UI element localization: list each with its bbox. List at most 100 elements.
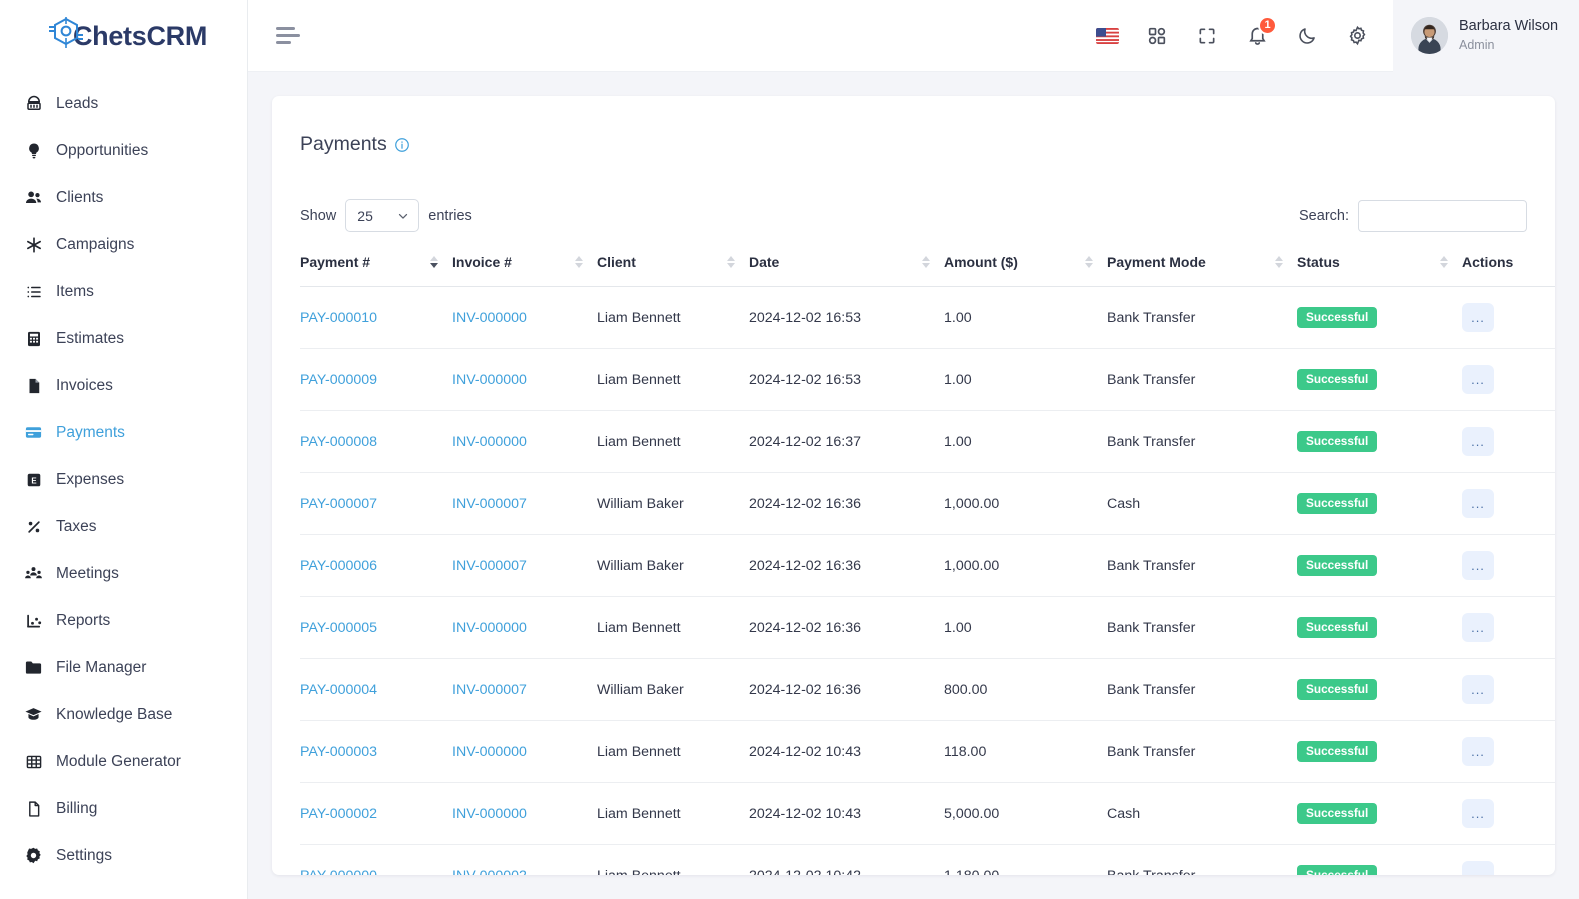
language-flag-us-icon[interactable] — [1095, 24, 1119, 48]
sidebar-item-file-manager[interactable]: File Manager — [0, 644, 247, 691]
invoice-link[interactable]: INV-000007 — [452, 558, 527, 574]
row-actions-button[interactable]: ... — [1462, 675, 1494, 705]
cell-date: 2024-12-02 10:42 — [749, 844, 944, 875]
sort-indicator-icon[interactable] — [922, 256, 930, 269]
payment-link[interactable]: PAY-000009 — [300, 372, 377, 388]
brand-logo-icon — [46, 15, 86, 58]
payment-link[interactable]: PAY-000004 — [300, 682, 377, 698]
sidebar-item-reports[interactable]: Reports — [0, 597, 247, 644]
settings-gear-icon[interactable] — [1345, 24, 1369, 48]
sidebar-item-items[interactable]: Items — [0, 268, 247, 315]
row-actions-button[interactable]: ... — [1462, 489, 1494, 519]
payment-link[interactable]: PAY-000010 — [300, 310, 377, 326]
sidebar-item-meetings[interactable]: Meetings — [0, 550, 247, 597]
column-label: Payment # — [300, 254, 371, 271]
cell-amount: 1,000.00 — [944, 472, 1107, 536]
column-header-client[interactable]: Client — [597, 238, 749, 288]
row-actions-button[interactable]: ... — [1462, 551, 1494, 581]
info-circle-icon[interactable] — [394, 137, 410, 153]
sidebar-item-estimates[interactable]: Estimates — [0, 315, 247, 362]
sidebar-item-payments[interactable]: Payments — [0, 409, 247, 456]
cell-status: Successful — [1297, 348, 1462, 412]
row-actions-button[interactable]: ... — [1462, 737, 1494, 767]
row-actions-button[interactable]: ... — [1462, 365, 1494, 395]
payment-link[interactable]: PAY-000007 — [300, 496, 377, 512]
sidebar-item-settings[interactable]: Settings — [0, 832, 247, 879]
sort-indicator-icon[interactable] — [727, 256, 735, 269]
column-header-date[interactable]: Date — [749, 238, 944, 288]
table-wrapper: Payment # Invoice # Client Date Amount (… — [272, 238, 1555, 875]
sidebar-item-taxes[interactable]: Taxes — [0, 503, 247, 550]
sort-indicator-icon[interactable] — [1275, 256, 1283, 269]
invoice-link[interactable]: INV-000000 — [452, 310, 527, 326]
status-badge: Successful — [1297, 740, 1378, 763]
user-profile-menu[interactable]: Barbara Wilson Admin — [1393, 0, 1579, 72]
invoice-link[interactable]: INV-000002 — [452, 868, 527, 875]
page-length-select[interactable]: 25 — [345, 199, 420, 233]
search-input[interactable] — [1358, 199, 1527, 232]
column-header-status[interactable]: Status — [1297, 238, 1462, 288]
sidebar-item-knowledge-base[interactable]: Knowledge Base — [0, 691, 247, 738]
sidebar-item-module-generator[interactable]: Module Generator — [0, 738, 247, 785]
sidebar-item-opportunities[interactable]: Opportunities — [0, 127, 247, 174]
payment-link[interactable]: PAY-000000 — [300, 868, 377, 875]
fullscreen-icon[interactable] — [1195, 24, 1219, 48]
cell-date: 2024-12-02 10:43 — [749, 782, 944, 846]
table-row: PAY-000003 INV-000000 Liam Bennett 2024-12-… — [300, 720, 1555, 784]
cell-payment-mode: Cash — [1107, 472, 1297, 536]
payment-link[interactable]: PAY-000006 — [300, 558, 377, 574]
invoice-link[interactable]: INV-000000 — [452, 806, 527, 822]
people-icon — [23, 563, 44, 584]
cell-payment-mode: Bank Transfer — [1107, 596, 1297, 660]
cell-status: Successful — [1297, 782, 1462, 846]
sidebar-item-leads[interactable]: Leads — [0, 80, 247, 127]
column-header-invoice[interactable]: Invoice # — [452, 238, 597, 288]
invoice-link[interactable]: INV-000000 — [452, 372, 527, 388]
apps-grid-icon[interactable] — [1145, 24, 1169, 48]
row-actions-button[interactable]: ... — [1462, 613, 1494, 643]
column-label: Client — [597, 254, 636, 271]
row-actions-button[interactable]: ... — [1462, 427, 1494, 457]
sidebar-item-billing[interactable]: Billing — [0, 785, 247, 832]
phone-icon — [23, 93, 44, 114]
hamburger-icon[interactable] — [272, 21, 304, 50]
sort-indicator-icon[interactable] — [1440, 256, 1448, 269]
cell-amount: 1,000.00 — [944, 534, 1107, 598]
brand-logo[interactable]: ChetsCRM — [0, 0, 247, 72]
calculator-icon — [23, 328, 44, 349]
invoice-link[interactable]: INV-000000 — [452, 744, 527, 760]
sidebar-item-expenses[interactable]: E Expenses — [0, 456, 247, 503]
cell-payment: PAY-000006 — [300, 534, 452, 598]
row-actions-button[interactable]: ... — [1462, 861, 1494, 875]
sort-indicator-icon[interactable] — [575, 256, 583, 269]
dark-mode-moon-icon[interactable] — [1295, 24, 1319, 48]
invoice-link[interactable]: INV-000007 — [452, 496, 527, 512]
table-row: PAY-000002 INV-000000 Liam Bennett 2024-12-… — [300, 782, 1555, 846]
row-actions-button[interactable]: ... — [1462, 799, 1494, 829]
sidebar-item-label: Settings — [56, 846, 113, 864]
invoice-link[interactable]: INV-000007 — [452, 682, 527, 698]
payment-link[interactable]: PAY-000005 — [300, 620, 377, 636]
payment-link[interactable]: PAY-000002 — [300, 806, 377, 822]
cell-date: 2024-12-02 16:36 — [749, 472, 944, 536]
sidebar-item-clients[interactable]: Clients — [0, 174, 247, 221]
sort-indicator-icon[interactable] — [430, 256, 438, 269]
row-actions-button[interactable]: ... — [1462, 303, 1494, 333]
payment-link[interactable]: PAY-000008 — [300, 434, 377, 450]
cell-status: Successful — [1297, 472, 1462, 536]
invoice-link[interactable]: INV-000000 — [452, 620, 527, 636]
invoice-link[interactable]: INV-000000 — [452, 434, 527, 450]
column-header-payment-mode[interactable]: Payment Mode — [1107, 238, 1297, 288]
payment-link[interactable]: PAY-000003 — [300, 744, 377, 760]
sidebar-item-label: Invoices — [56, 376, 113, 394]
sidebar-item-campaigns[interactable]: Campaigns — [0, 221, 247, 268]
cell-amount: 800.00 — [944, 658, 1107, 722]
cell-client: Liam Bennett — [597, 782, 749, 846]
column-header-payment[interactable]: Payment # — [300, 238, 452, 288]
sidebar-item-invoices[interactable]: Invoices — [0, 362, 247, 409]
table-row: PAY-000000 INV-000002 Liam Bennett2024-12-… — [300, 844, 1555, 875]
notifications-bell-icon[interactable]: 1 — [1245, 15, 1277, 48]
column-header-amount[interactable]: Amount ($) — [944, 238, 1107, 288]
sort-indicator-icon[interactable] — [1085, 256, 1093, 269]
cell-invoice: INV-000000 — [452, 286, 597, 350]
